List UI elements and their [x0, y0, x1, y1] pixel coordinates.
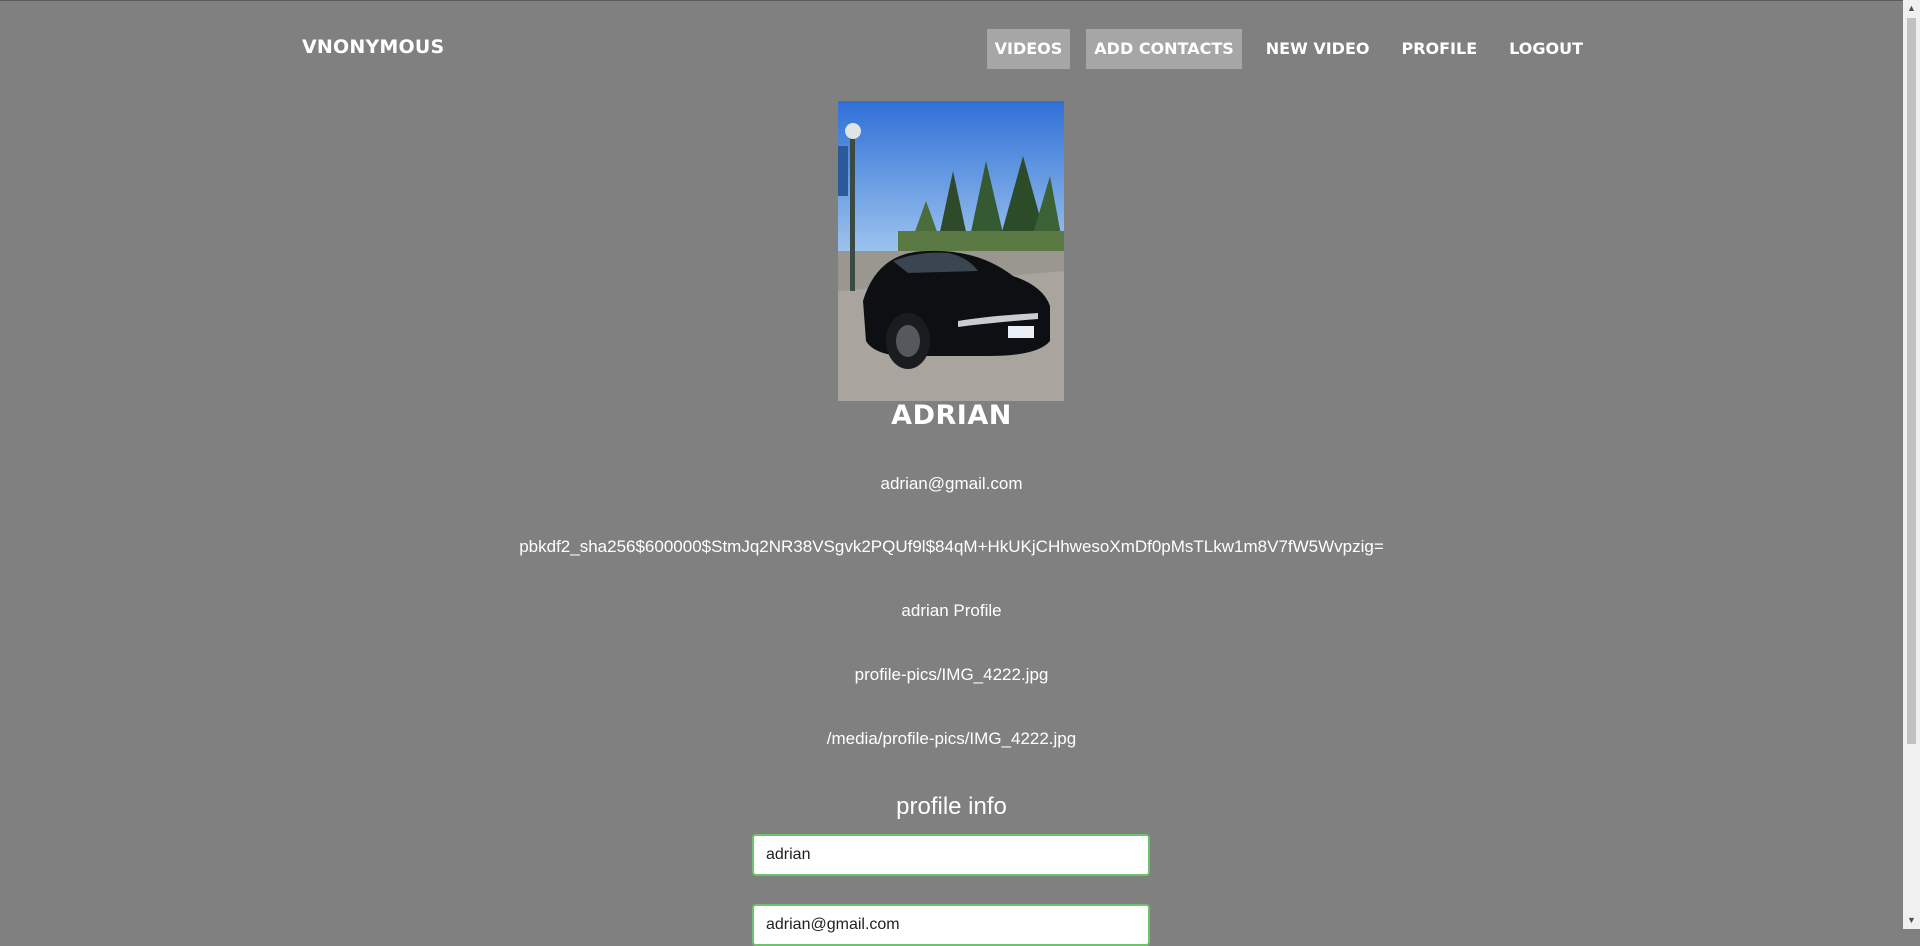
navbar: VNONYMOUS VIDEOS ADD CONTACTS NEW VIDEO …	[0, 0, 1903, 96]
profile-pic-name: profile-pics/IMG_4222.jpg	[854, 665, 1049, 684]
profile-pic-url: /media/profile-pics/IMG_4222.jpg	[826, 729, 1077, 748]
brand-logo[interactable]: VNONYMOUS	[302, 36, 444, 58]
profile-info-heading: profile info	[896, 793, 1007, 820]
profile-password-hash: pbkdf2_sha256$600000$StmJq2NR38VSgvk2PQU…	[519, 537, 1384, 556]
nav-videos[interactable]: VIDEOS	[986, 29, 1071, 69]
scroll-thumb[interactable]	[1907, 18, 1916, 744]
page: VNONYMOUS VIDEOS ADD CONTACTS NEW VIDEO …	[0, 0, 1903, 946]
profile-email: adrian@gmail.com	[880, 474, 1023, 493]
nav-new-video[interactable]: NEW VIDEO	[1258, 29, 1378, 69]
scrollbar[interactable]: ▲ ▼	[1903, 0, 1920, 929]
email-field[interactable]	[752, 904, 1150, 946]
nav-logout[interactable]: LOGOUT	[1501, 29, 1591, 69]
nav-profile[interactable]: PROFILE	[1393, 29, 1485, 69]
profile-picture	[838, 101, 1064, 401]
nav-links: VIDEOS ADD CONTACTS NEW VIDEO PROFILE LO…	[986, 29, 1591, 69]
profile-bio: adrian Profile	[901, 601, 1002, 620]
nav-add-contacts[interactable]: ADD CONTACTS	[1086, 29, 1242, 69]
username-field[interactable]	[752, 834, 1150, 876]
scroll-down-icon[interactable]: ▼	[1903, 912, 1920, 929]
scroll-up-icon[interactable]: ▲	[1903, 0, 1920, 17]
profile-name: ADRIAN	[891, 400, 1012, 431]
